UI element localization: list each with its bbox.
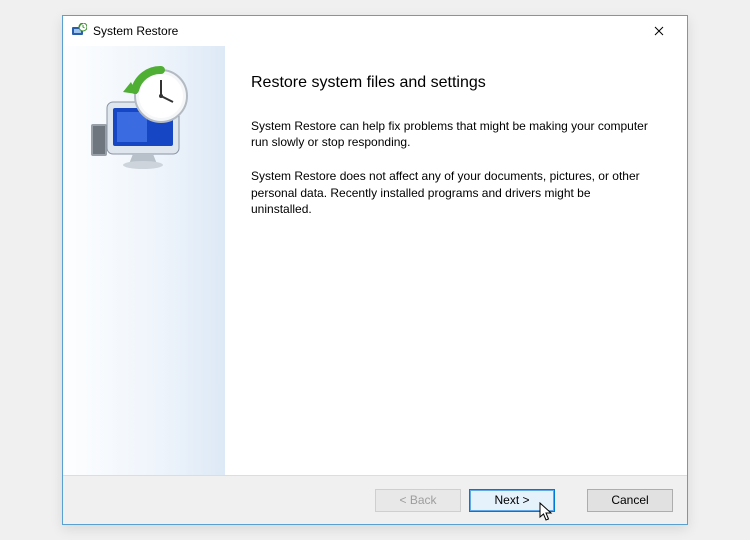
titlebar: System Restore: [63, 16, 687, 46]
page-heading: Restore system files and settings: [251, 74, 661, 92]
content-area: Restore system files and settings System…: [63, 46, 687, 476]
wizard-sidebar: [63, 46, 225, 475]
main-panel: Restore system files and settings System…: [225, 46, 687, 475]
close-button[interactable]: [639, 19, 679, 43]
wizard-footer: < Back Next > Cancel: [63, 476, 687, 524]
next-button[interactable]: Next >: [469, 489, 555, 512]
close-icon: [654, 26, 664, 36]
system-restore-icon: [71, 23, 87, 39]
window-title: System Restore: [93, 24, 178, 38]
back-button: < Back: [375, 489, 461, 512]
system-restore-window: System Restore: [62, 15, 688, 525]
intro-paragraph-2: System Restore does not affect any of yo…: [251, 168, 651, 217]
restore-illustration-icon: [89, 62, 199, 172]
intro-paragraph-1: System Restore can help fix problems tha…: [251, 118, 651, 150]
cancel-button[interactable]: Cancel: [587, 489, 673, 512]
